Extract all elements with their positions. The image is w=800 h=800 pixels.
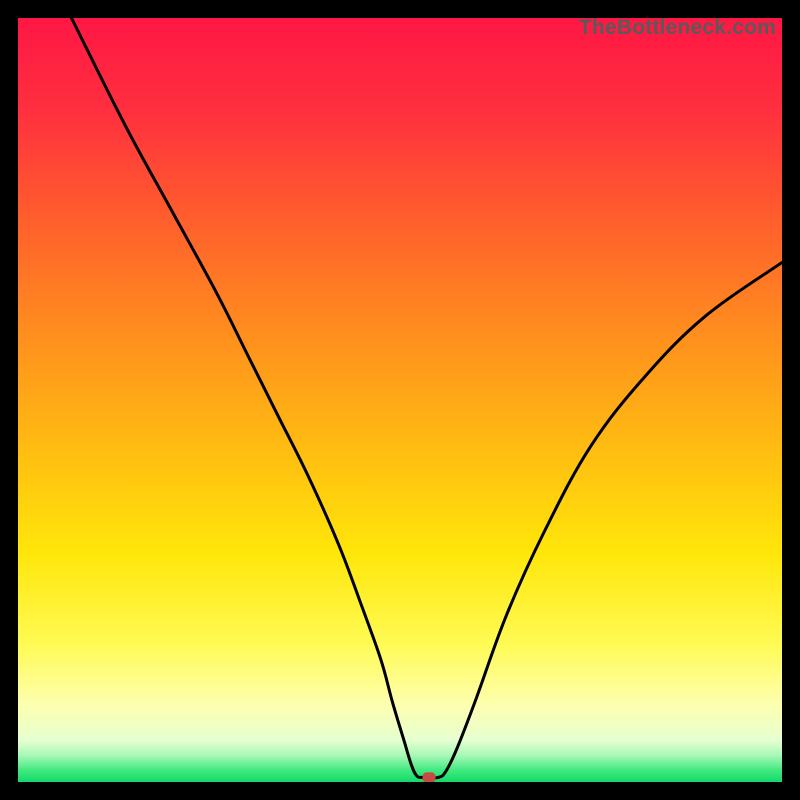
chart-frame: TheBottleneck.com bbox=[18, 18, 782, 782]
gradient-background bbox=[18, 18, 782, 782]
watermark-text: TheBottleneck.com bbox=[579, 18, 776, 40]
marker-dot bbox=[423, 772, 436, 782]
bottleneck-chart bbox=[18, 18, 782, 782]
